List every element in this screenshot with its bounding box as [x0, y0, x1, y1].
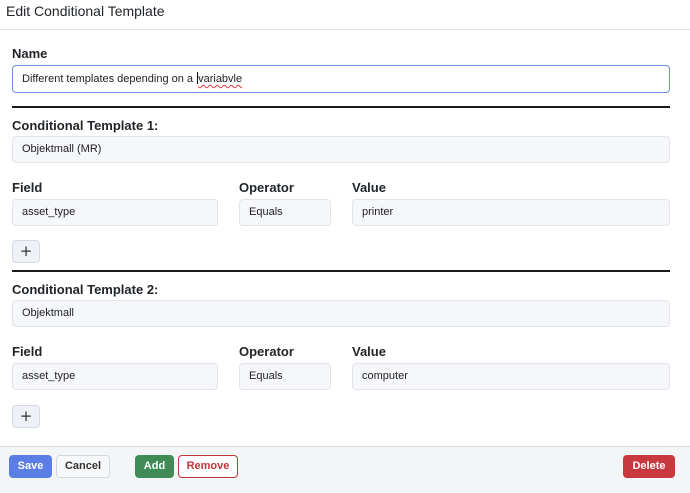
condition-1-add-rule-button[interactable]: +: [12, 240, 40, 263]
edit-conditional-template-dialog: Edit Conditional Template Name Different…: [0, 0, 690, 493]
name-input-misspelled-word: variabvle: [198, 73, 243, 85]
dialog-title: Edit Conditional Template: [6, 3, 165, 19]
condition-2-value-input[interactable]: computer: [352, 363, 670, 390]
dialog-header: Edit Conditional Template: [0, 0, 690, 30]
add-button[interactable]: Add: [135, 455, 174, 478]
condition-1-value-label: Value: [352, 180, 386, 195]
section-divider-1: [12, 106, 670, 108]
delete-button[interactable]: Delete: [623, 455, 675, 478]
remove-button[interactable]: Remove: [178, 455, 238, 478]
condition-2-value-label: Value: [352, 344, 386, 359]
cancel-button[interactable]: Cancel: [56, 455, 110, 478]
condition-2-field-label: Field: [12, 344, 43, 359]
section-divider-2: [12, 270, 670, 272]
name-label: Name: [12, 46, 48, 61]
save-button[interactable]: Save: [9, 455, 52, 478]
condition-1-field-label: Field: [12, 180, 43, 195]
condition-2-template-select[interactable]: Objektmall: [12, 300, 670, 327]
name-input[interactable]: Different templates depending on a varia…: [12, 65, 670, 93]
condition-1-field-input[interactable]: asset_type: [12, 199, 218, 226]
condition-2-operator-select[interactable]: Equals: [239, 363, 331, 390]
condition-1-operator-select[interactable]: Equals: [239, 199, 331, 226]
condition-2-operator-label: Operator: [239, 344, 294, 359]
condition-1-heading: Conditional Template 1:: [12, 118, 159, 133]
name-input-text: Different templates depending on a: [22, 73, 197, 85]
condition-2-heading: Conditional Template 2:: [12, 282, 159, 297]
condition-1-value-input[interactable]: printer: [352, 199, 670, 226]
dialog-footer: Save Cancel Add Remove Delete: [0, 446, 690, 493]
condition-1-operator-label: Operator: [239, 180, 294, 195]
condition-1-template-select[interactable]: Objektmall (MR): [12, 136, 670, 163]
condition-2-add-rule-button[interactable]: +: [12, 405, 40, 428]
condition-2-field-input[interactable]: asset_type: [12, 363, 218, 390]
